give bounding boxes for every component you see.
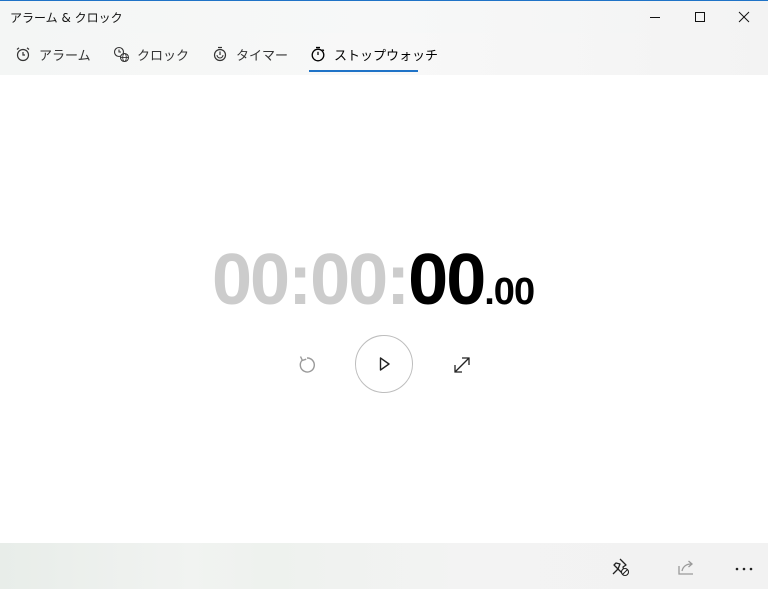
maximize-icon	[695, 12, 705, 22]
more-icon	[735, 567, 753, 571]
timer-icon	[211, 45, 229, 63]
minimize-button[interactable]	[632, 1, 678, 33]
tab-label: クロック	[137, 48, 190, 64]
close-icon	[738, 11, 750, 23]
expand-button[interactable]	[447, 350, 477, 380]
command-bar	[0, 543, 768, 589]
stopwatch-separator: :	[386, 240, 410, 320]
app-window: アラーム & クロック アラーム クロック タイマー ストップウォッチ 00:0…	[0, 0, 768, 589]
close-button[interactable]	[721, 1, 767, 33]
alarm-clock-icon	[14, 45, 32, 63]
stopwatch-icon	[309, 45, 327, 63]
title-bar: アラーム & クロック	[0, 1, 768, 33]
reset-icon	[299, 356, 315, 373]
stopwatch-separator: :	[288, 240, 312, 320]
tab-clock[interactable]: クロック	[112, 33, 189, 75]
tab-alarm[interactable]: アラーム	[14, 33, 91, 75]
tab-stopwatch[interactable]: ストップウォッチ	[309, 33, 438, 75]
pin-icon	[612, 558, 630, 577]
tab-timer[interactable]: タイマー	[211, 33, 288, 75]
expand-icon	[454, 357, 470, 373]
world-clock-icon	[112, 45, 130, 63]
tab-label: ストップウォッチ	[334, 48, 439, 64]
stopwatch-fraction: .00	[484, 271, 535, 313]
window-title: アラーム & クロック	[10, 11, 123, 25]
stopwatch-hours: 00	[212, 240, 290, 320]
play-icon	[379, 357, 390, 371]
tab-label: アラーム	[39, 48, 91, 64]
tab-bar: アラーム クロック タイマー ストップウォッチ	[0, 33, 768, 75]
share-button[interactable]	[670, 551, 702, 583]
pin-button[interactable]	[604, 551, 636, 583]
reset-button[interactable]	[292, 350, 322, 380]
start-button[interactable]	[355, 335, 413, 393]
maximize-button[interactable]	[677, 1, 723, 33]
stopwatch-minutes: 00	[310, 240, 388, 320]
share-icon	[678, 560, 693, 575]
tab-label: タイマー	[236, 48, 289, 64]
selected-tab-indicator	[309, 70, 418, 72]
stopwatch-seconds: 00	[408, 240, 486, 320]
minimize-icon	[650, 17, 660, 18]
more-button[interactable]	[728, 551, 760, 583]
stopwatch-time-display: 00:00:00.00	[0, 239, 768, 320]
